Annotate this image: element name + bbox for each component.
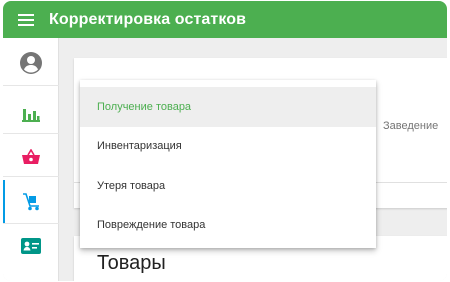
menu-option-receipt[interactable]: Получение товара — [80, 87, 376, 127]
menu-button[interactable] — [3, 1, 49, 38]
sidebar — [3, 38, 59, 281]
sidebar-item-reports[interactable] — [3, 94, 59, 134]
app-bar: Корректировка остатков — [3, 1, 447, 38]
page-title: Корректировка остатков — [49, 10, 247, 28]
sidebar-item-profile[interactable] — [3, 41, 59, 86]
bar-chart-icon — [22, 108, 40, 122]
menu-icon — [18, 13, 34, 26]
menu-option-loss[interactable]: Утеря товара — [80, 166, 376, 206]
adjustment-type-menu: Получение товара Инвентаризация Утеря то… — [80, 80, 376, 248]
menu-option-inventory[interactable]: Инвентаризация — [80, 127, 376, 167]
section-heading: Товары — [97, 252, 166, 274]
contact-card-icon — [21, 238, 41, 254]
column-header-venue: Заведение — [383, 120, 439, 132]
sidebar-item-sales[interactable] — [3, 137, 59, 177]
cart-dolly-icon — [23, 192, 39, 210]
menu-option-damage[interactable]: Повреждение товара — [80, 206, 376, 246]
sidebar-item-stock[interactable] — [3, 180, 59, 224]
account-circle-icon — [20, 52, 42, 74]
basket-icon — [22, 148, 40, 164]
sidebar-item-contacts[interactable] — [3, 226, 59, 266]
